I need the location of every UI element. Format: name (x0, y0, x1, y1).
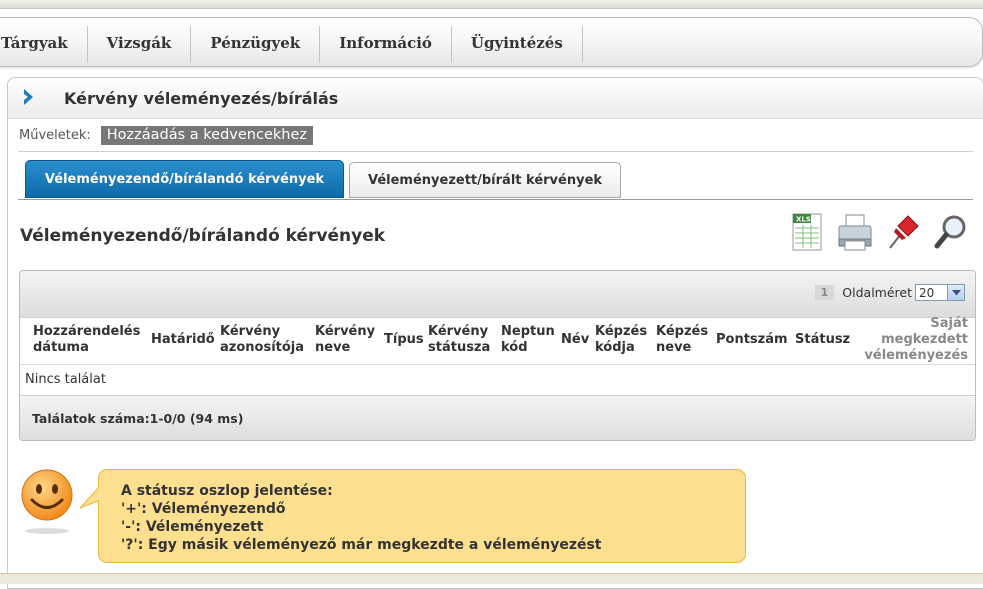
result-count: Találatok száma:1-0/0 (94 ms) (32, 411, 244, 426)
column-header[interactable]: Saját megkezdett véleményezés (858, 316, 968, 364)
tab-pending-requests[interactable]: Véleményezendő/bírálandó kérvények (25, 160, 344, 198)
chevron-right-icon (24, 89, 33, 105)
column-header[interactable]: Kérvény azonosítója (220, 324, 315, 356)
column-header[interactable]: Pontszám (716, 332, 788, 348)
operations-row: Műveletek: Hozzáadás a kedvencekhez (19, 126, 313, 145)
chevron-down-icon (947, 285, 964, 300)
no-results-text: Nincs találat (25, 372, 106, 387)
add-to-favorites-button[interactable]: Hozzáadás a kedvencekhez (100, 126, 313, 145)
help-title: A státusz oszlop jelentése: (121, 483, 333, 499)
help-bubble: A státusz oszlop jelentése: '+': Vélemén… (79, 469, 746, 563)
column-header[interactable]: Határidő (151, 332, 215, 348)
column-header[interactable]: Típus (384, 332, 424, 348)
divider (18, 151, 973, 152)
column-header[interactable]: Neptun kód (501, 324, 561, 356)
column-header[interactable]: Képzés neve (656, 324, 714, 356)
svg-text:XLS: XLS (796, 216, 811, 224)
requests-grid: 1 Oldalméret 20 Hozzárendelés dátuma Hat… (19, 270, 976, 441)
help-text: A státusz oszlop jelentése: '+': Vélemén… (121, 482, 601, 554)
menu-item-ugyintezes[interactable]: Ügyintézés (452, 26, 583, 62)
search-magnifier-icon[interactable] (927, 208, 975, 256)
main-panel: Kérvény véleményezés/bírálás Műveletek: … (7, 77, 983, 589)
toolbar-icons: XLS (783, 208, 975, 256)
column-header[interactable]: Státusz (795, 332, 850, 348)
panel-header: Kérvény véleményezés/bírálás (8, 78, 983, 119)
xls-export-icon[interactable]: XLS (783, 208, 831, 256)
column-header[interactable]: Név (561, 332, 589, 348)
grid-header-row: Hozzárendelés dátuma Határidő Kérvény az… (20, 316, 975, 364)
section-title: Véleményezendő/bírálandó kérvények (20, 226, 386, 246)
column-header[interactable]: Hozzárendelés dátuma (33, 324, 153, 356)
browser-status-bar (0, 573, 983, 584)
help-line: '+': Véleményezendő (121, 501, 286, 517)
column-header[interactable]: Kérvény státusza (428, 324, 498, 356)
browser-top-bar (0, 0, 983, 9)
pager: 1 Oldalméret 20 (814, 284, 965, 301)
main-menu: Tárgyak Vizsgák Pénzügyek Információ Ügy… (0, 26, 583, 64)
menu-item-vizsgak[interactable]: Vizsgák (88, 26, 192, 62)
grid-toolbar: 1 Oldalméret 20 (20, 271, 975, 318)
smiley-icon (21, 469, 73, 534)
page-size-label: Oldalméret (842, 285, 912, 300)
page-size-value: 20 (919, 285, 935, 300)
help-line: '?': Egy másik véleményező már megkezdte… (121, 537, 602, 553)
help-line: '-': Véleményezett (121, 519, 264, 535)
page-number[interactable]: 1 (814, 285, 835, 300)
column-header[interactable]: Kérvény neve (315, 324, 380, 356)
tab-reviewed-requests[interactable]: Véleményezett/bírált kérvények (349, 162, 621, 198)
menu-item-informacio[interactable]: Információ (320, 26, 452, 62)
operations-label: Műveletek: (19, 128, 91, 143)
tab-divider (18, 199, 973, 200)
menu-item-targyak[interactable]: Tárgyak (0, 26, 88, 62)
page-title: Kérvény véleményezés/bírálás (64, 89, 339, 108)
grid-divider (20, 364, 975, 365)
pin-icon[interactable] (879, 208, 927, 256)
grid-footer: Találatok száma:1-0/0 (94 ms) (20, 395, 975, 440)
menu-item-penzugyek[interactable]: Pénzügyek (191, 26, 321, 62)
print-icon[interactable] (831, 208, 879, 256)
column-header[interactable]: Képzés kódja (595, 324, 653, 356)
page-size-select[interactable]: 20 (915, 284, 965, 301)
